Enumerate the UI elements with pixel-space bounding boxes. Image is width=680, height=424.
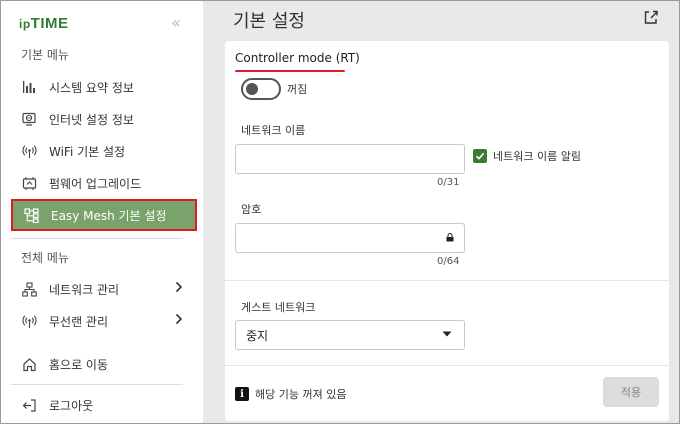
password-input[interactable]	[235, 223, 465, 253]
toggle-state-label: 꺼짐	[287, 83, 308, 96]
info-message: i 해당 기능 꺼져 있음	[235, 386, 346, 402]
guest-network-selected: 중지	[246, 328, 269, 343]
apply-button[interactable]: 적용	[603, 377, 659, 407]
sidebar-item-label: 로그아웃	[49, 398, 94, 413]
settings-card: Controller mode (RT) 꺼짐 네트워크 이름 0/31 네트워…	[225, 41, 669, 421]
sidebar-item-label: 네트워크 관리	[49, 282, 120, 297]
sidebar-item-internet-info[interactable]: 인터넷 설정 정보	[11, 103, 197, 135]
firmware-icon	[21, 175, 37, 191]
sidebar-item-home[interactable]: 홈으로 이동	[11, 348, 197, 380]
wifi-antenna-icon	[21, 143, 37, 159]
broadcast-name-checkbox[interactable]	[473, 149, 487, 163]
network-name-input[interactable]	[235, 144, 465, 174]
sidebar-item-easy-mesh[interactable]: Easy Mesh 기본 설정	[11, 199, 197, 231]
sidebar-item-firmware-upgrade[interactable]: 펌웨어 업그레이드	[11, 167, 197, 199]
dropdown-caret-icon	[442, 329, 452, 340]
password-label: 암호	[241, 203, 262, 216]
broadcast-name-checkbox-row[interactable]: 네트워크 이름 알림	[473, 148, 581, 164]
sidebar-item-wifi-basic[interactable]: WiFi 기본 설정	[11, 135, 197, 167]
lock-icon[interactable]	[446, 233, 454, 245]
guest-network-label: 게스트 네트워크	[241, 301, 316, 314]
sidebar-item-network-management[interactable]: 네트워크 관리	[11, 273, 197, 305]
password-counter: 0/64	[437, 256, 460, 267]
section-divider	[225, 365, 669, 366]
home-icon	[21, 356, 37, 372]
sidebar-item-label: 시스템 요약 정보	[49, 80, 134, 95]
network-name-counter: 0/31	[437, 177, 460, 188]
sidebar: ipTIME « 기본 메뉴 시스템 요약 정보 인터넷 설정 정보 WiFi …	[1, 1, 203, 423]
section-divider	[225, 280, 669, 281]
chevron-right-icon	[175, 281, 183, 297]
basic-menu-title: 기본 메뉴	[21, 48, 69, 62]
sidebar-item-wireless-management[interactable]: 무선랜 관리	[11, 305, 197, 337]
main-content: 기본 설정 Controller mode (RT) 꺼짐 네트워크 이름 0/…	[203, 1, 679, 423]
iptime-logo[interactable]: ipTIME	[19, 15, 69, 32]
sidebar-divider	[11, 384, 183, 385]
collapse-sidebar-icon[interactable]: «	[171, 15, 181, 31]
logout-icon	[21, 397, 37, 413]
broadcast-name-label: 네트워크 이름 알림	[493, 150, 581, 163]
network-name-label: 네트워크 이름	[241, 124, 306, 137]
sidebar-item-system-summary[interactable]: 시스템 요약 정보	[11, 71, 197, 103]
controller-mode-label: Controller mode (RT)	[235, 51, 360, 65]
controller-mode-toggle[interactable]	[241, 78, 281, 100]
app-window: ipTIME « 기본 메뉴 시스템 요약 정보 인터넷 설정 정보 WiFi …	[0, 0, 680, 424]
sidebar-divider	[11, 238, 183, 239]
sidebar-item-label: 무선랜 관리	[49, 314, 109, 329]
guest-network-select[interactable]: 중지	[235, 320, 465, 350]
wireless-antenna-icon	[21, 313, 37, 329]
mesh-network-icon	[23, 207, 39, 223]
share-icon[interactable]	[643, 9, 659, 25]
sidebar-item-label: 인터넷 설정 정보	[49, 112, 134, 127]
page-title: 기본 설정	[233, 11, 305, 32]
sidebar-item-logout[interactable]: 로그아웃	[11, 389, 197, 421]
info-text: 해당 기능 꺼져 있음	[255, 388, 347, 401]
info-icon: i	[235, 387, 249, 401]
sidebar-item-label: 펌웨어 업그레이드	[49, 176, 142, 191]
bar-chart-icon	[21, 79, 37, 95]
chevron-right-icon	[175, 313, 183, 329]
network-tree-icon	[21, 281, 37, 297]
highlight-underline	[235, 70, 345, 72]
toggle-knob	[246, 83, 258, 95]
sidebar-item-label: 홈으로 이동	[49, 357, 109, 372]
globe-monitor-icon	[21, 111, 37, 127]
sidebar-item-label: Easy Mesh 기본 설정	[51, 208, 167, 223]
full-menu-title: 전체 메뉴	[21, 251, 69, 265]
sidebar-item-label: WiFi 기본 설정	[49, 144, 126, 159]
